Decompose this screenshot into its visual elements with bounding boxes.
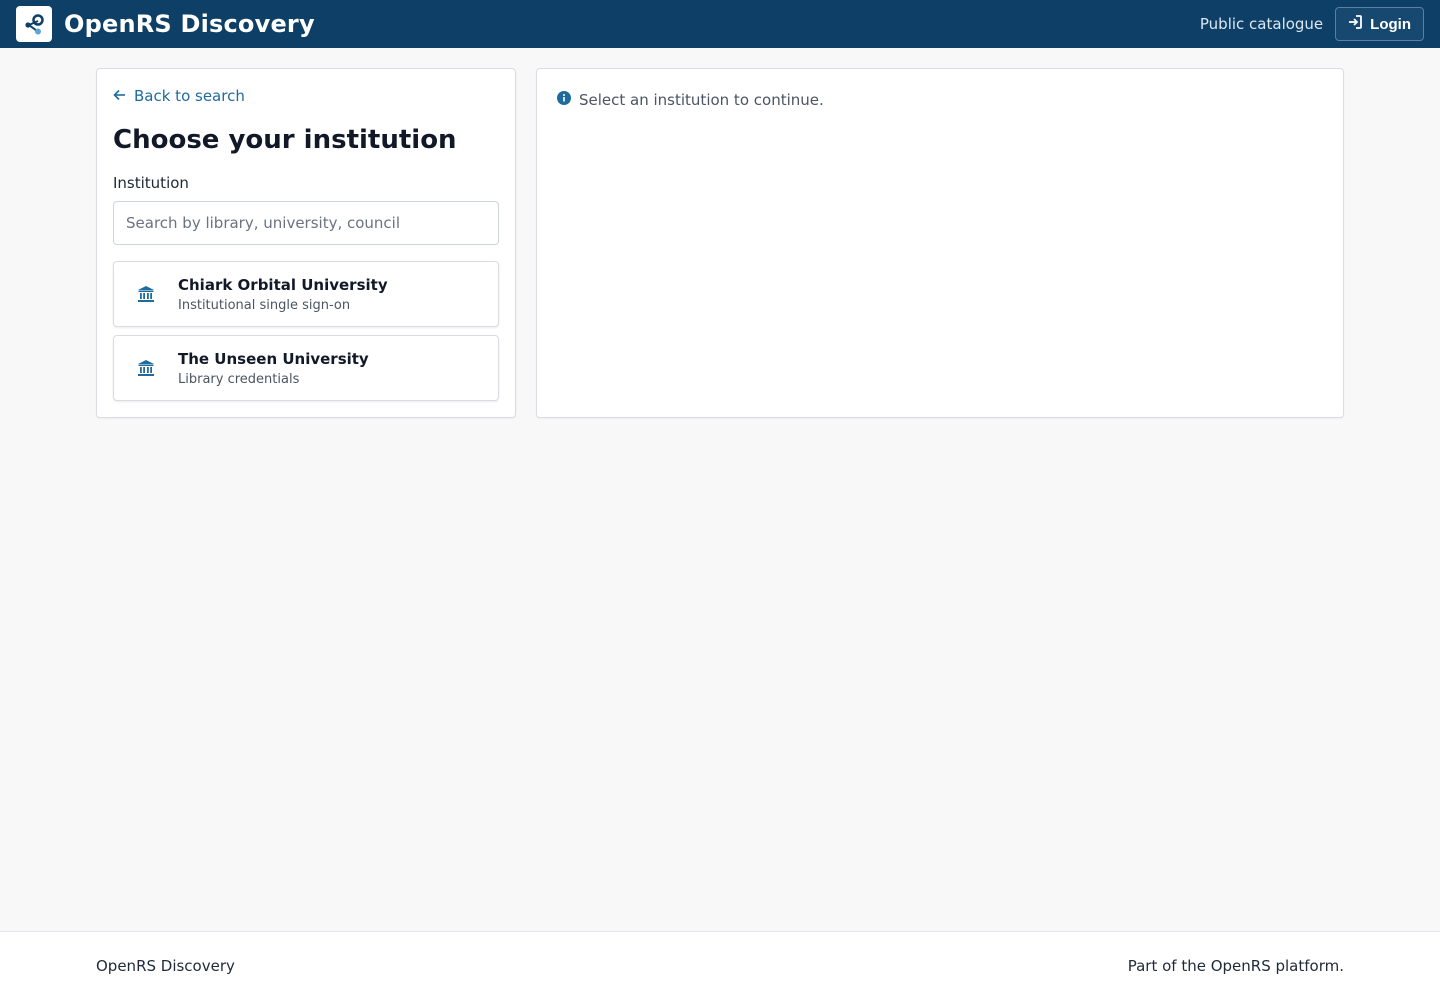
info-icon [557,91,571,109]
app-title: OpenRS Discovery [64,10,315,38]
footer-app-name: OpenRS Discovery [96,957,235,975]
institution-field-label: Institution [113,174,189,192]
institution-search-input[interactable] [113,201,499,245]
login-icon [1348,15,1363,33]
institution-name: The Unseen University [178,349,369,368]
institution-panel: Back to search Choose your institution I… [96,68,516,418]
app-logo-icon [16,6,52,42]
login-detail-panel: Select an institution to continue. [536,68,1344,418]
back-to-search-link[interactable]: Back to search [113,87,245,105]
institution-option-chiark[interactable]: Chiark Orbital University Institutional … [113,261,499,327]
institution-login-method: Institutional single sign-on [178,297,351,313]
institution-icon [114,359,178,377]
login-button[interactable]: Login [1335,7,1424,41]
back-to-search-label: Back to search [134,87,245,105]
institution-login-method: Library credentials [178,371,300,387]
footer-platform-note: Part of the OpenRS platform. [1127,957,1344,975]
top-navbar: OpenRS Discovery Public catalogue Login [0,0,1440,48]
login-label: Login [1370,15,1411,33]
arrow-left-icon [113,87,126,105]
info-text: Select an institution to continue. [579,91,824,109]
institution-name: Chiark Orbital University [178,275,388,294]
institution-option-unseen[interactable]: The Unseen University Library credential… [113,335,499,401]
page-footer: OpenRS Discovery Part of the OpenRS plat… [0,931,1440,1000]
public-catalogue-link[interactable]: Public catalogue [1200,15,1323,33]
brand[interactable]: OpenRS Discovery [16,6,315,42]
page-title: Choose your institution [113,125,457,155]
institution-icon [114,285,178,303]
info-message: Select an institution to continue. [557,91,824,109]
